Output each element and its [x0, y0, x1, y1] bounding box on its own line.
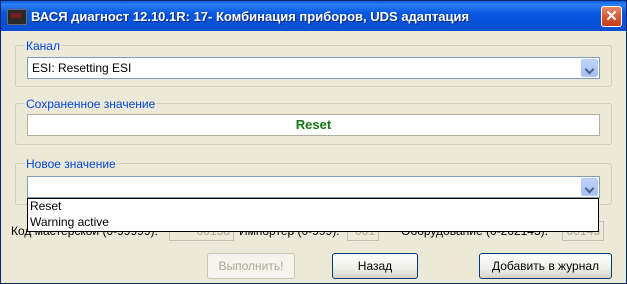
app-icon [7, 9, 27, 25]
dropdown-option-warning-active[interactable]: Warning active [28, 215, 598, 231]
new-value-label: Новое значение [25, 157, 117, 171]
close-icon: ✕ [605, 8, 618, 25]
saved-value-field: Reset [27, 114, 600, 136]
back-button[interactable]: Назад [332, 253, 418, 279]
saved-value-label: Сохраненное значение [25, 97, 157, 111]
new-value-select[interactable] [27, 176, 600, 198]
add-to-log-button[interactable]: Добавить в журнал [479, 253, 612, 279]
chevron-down-icon[interactable] [581, 178, 598, 196]
new-value-dropdown-list[interactable]: Reset Warning active [27, 198, 599, 232]
close-button[interactable]: ✕ [601, 6, 622, 27]
chevron-down-icon[interactable] [581, 59, 598, 77]
app-window: ВАСЯ диагност 12.10.1R: 17- Комбинация п… [0, 0, 627, 284]
channel-label: Канал [25, 39, 61, 53]
window-title: ВАСЯ диагност 12.10.1R: 17- Комбинация п… [31, 9, 470, 24]
saved-value-text: Reset [295, 117, 332, 132]
channel-select-value: ESI: Resetting ESI [32, 61, 132, 75]
channel-select[interactable]: ESI: Resetting ESI [27, 57, 600, 79]
dropdown-option-reset[interactable]: Reset [28, 199, 598, 215]
title-bar[interactable]: ВАСЯ диагност 12.10.1R: 17- Комбинация п… [1, 1, 626, 31]
execute-button[interactable]: Выполнить! [207, 253, 295, 279]
